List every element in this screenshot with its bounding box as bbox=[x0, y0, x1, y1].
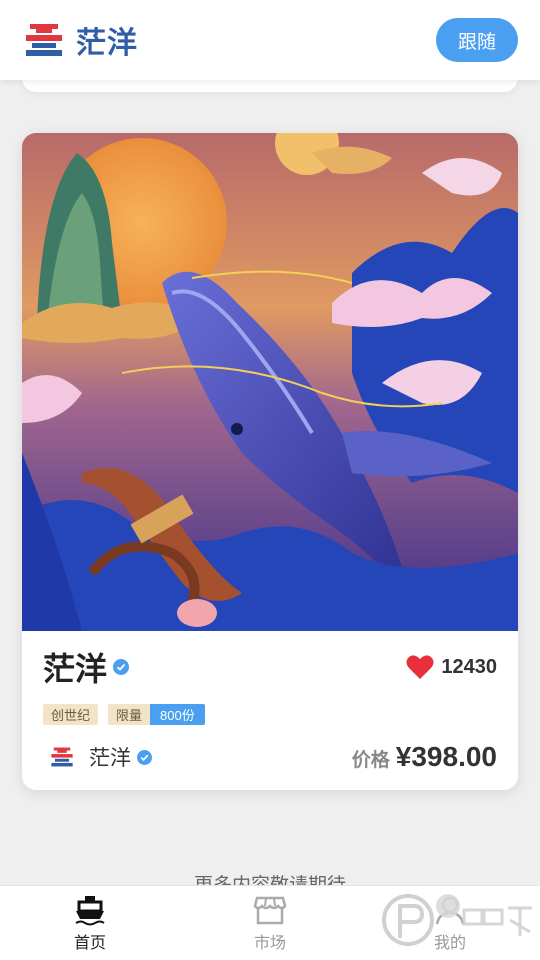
tab-market-label: 市场 bbox=[253, 934, 286, 952]
price-value: ¥398.00 bbox=[395, 741, 497, 772]
brand-name: 茫洋 bbox=[76, 27, 138, 60]
collectible-title: 茫洋 bbox=[43, 644, 130, 690]
like-count: 12430 bbox=[441, 655, 497, 678]
creator-verified-icon bbox=[137, 749, 152, 765]
limited-count: 800份 bbox=[150, 703, 205, 725]
creator-price-row: 茫洋 价格 ¥398.00 bbox=[43, 737, 497, 777]
title-row: 茫洋 12430 bbox=[43, 631, 497, 703]
title-text: 茫洋 bbox=[43, 651, 108, 687]
price: 价格 ¥398.00 bbox=[352, 741, 497, 773]
artwork-image[interactable] bbox=[22, 133, 518, 631]
price-label: 价格 bbox=[351, 750, 390, 771]
limited-label: 限量 bbox=[108, 703, 151, 725]
tag-genesis: 创世纪 bbox=[43, 703, 99, 725]
creator-avatar-icon bbox=[51, 747, 73, 767]
follow-button[interactable]: 跟随 bbox=[436, 18, 518, 62]
tab-market[interactable]: 市场 bbox=[180, 886, 360, 960]
limited-edition-badge: 限量 800份 bbox=[108, 703, 205, 725]
tab-home[interactable]: 首页 bbox=[0, 886, 180, 960]
brand[interactable]: 茫洋 bbox=[22, 18, 138, 62]
card-info: 茫洋 12430 创世纪 限量 800份 茫洋 价格 ¥398.00 bbox=[22, 631, 518, 777]
top-header: 茫洋 跟随 bbox=[0, 0, 540, 80]
like-counter[interactable]: 12430 bbox=[406, 654, 497, 680]
watermark-logo bbox=[382, 894, 532, 946]
collectible-card[interactable]: 茫洋 12430 创世纪 限量 800份 茫洋 价格 ¥398.00 bbox=[22, 133, 518, 790]
bottom-tab-bar: 首页 市场 我的 bbox=[0, 885, 540, 960]
verified-badge-icon bbox=[113, 659, 130, 675]
tag-row: 创世纪 限量 800份 bbox=[43, 703, 497, 725]
brand-logo-icon bbox=[26, 24, 62, 56]
ship-icon bbox=[75, 895, 105, 925]
creator-name: 茫洋 bbox=[89, 747, 131, 770]
store-icon bbox=[253, 896, 287, 924]
tab-home-label: 首页 bbox=[73, 934, 106, 952]
heart-icon[interactable] bbox=[406, 654, 434, 680]
creator-info[interactable]: 茫洋 bbox=[43, 742, 152, 772]
